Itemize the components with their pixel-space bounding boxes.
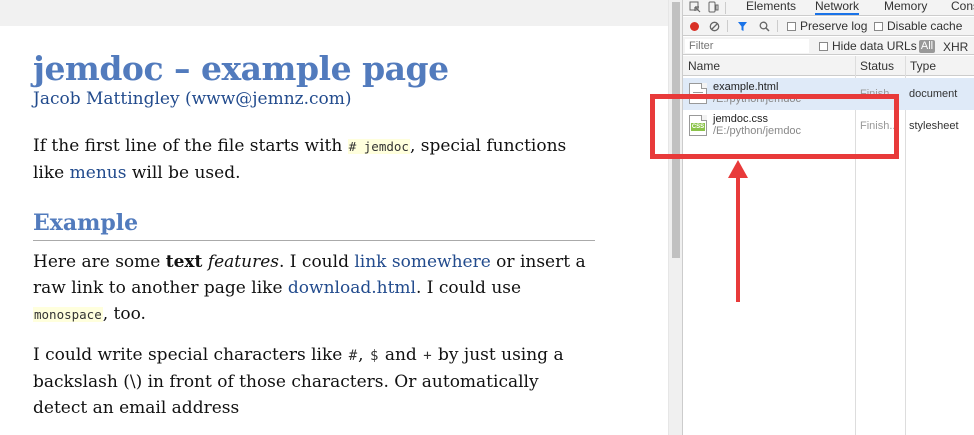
email-open-paren: ( [184,89,192,109]
para1-text-5: raw link to another page like [33,278,288,298]
search-icon[interactable] [759,21,770,32]
para2-text-1b: by just using a [432,345,564,365]
italic-text: features [207,252,279,272]
request-type: stylesheet [909,120,959,132]
email-link[interactable]: www@jemnz.com [192,89,345,109]
toolbar-divider [727,20,728,32]
page-top-strip [0,0,668,26]
para2-text-3: detect an email address [33,398,240,418]
devtools-tab-bar: Elements Network Memory Cons [683,0,974,16]
intro-text-3: like [33,163,70,183]
link-somewhere[interactable]: link somewhere [354,252,490,272]
intro-text-2: , special functions [409,136,567,156]
intro-text-4: will be used. [126,163,241,183]
jemdoc-code: # jemdoc [347,139,410,154]
disable-cache-label: Disable cache [887,19,963,33]
intro-text-1: If the first line of the file starts wit… [33,136,348,156]
filter-bar: Hide data URLs All XHR [683,37,974,55]
para2-text-2: backslash (\) in front of those characte… [33,372,539,392]
preserve-log-checkbox[interactable] [787,22,796,31]
dollar-char: $ [369,348,379,364]
para1-text-4: or insert a [490,252,586,272]
tab-console[interactable]: Cons [951,0,974,15]
intro-paragraph: If the first line of the file starts wit… [33,133,595,186]
disable-cache-checkbox[interactable] [874,22,883,31]
device-toolbar-icon[interactable] [707,1,719,13]
preserve-log-toggle[interactable]: Preserve log [787,19,867,33]
clear-icon[interactable] [709,21,720,32]
column-status[interactable]: Status [857,56,894,75]
annotation-highlight-box [650,94,899,159]
request-type: document [909,88,958,100]
devtools-panel: Elements Network Memory Cons Preserve lo… [682,0,974,435]
filter-xhr-button[interactable]: XHR [943,40,968,54]
tab-memory[interactable]: Memory [884,0,927,15]
para2-sep-2: and [379,345,423,365]
webpage-viewport: jemdoc – example page Jacob Mattingley (… [0,0,668,435]
hide-data-urls-toggle[interactable]: Hide data URLs [819,39,917,53]
hide-data-urls-label: Hide data URLs [832,39,917,53]
toolbar-divider-2 [777,20,778,32]
plus-char: + [423,348,432,364]
disable-cache-toggle[interactable]: Disable cache [874,19,962,33]
request-table-header: Name Status Type [683,56,974,76]
inspect-element-icon[interactable] [689,1,701,13]
page-content: jemdoc – example page Jacob Mattingley (… [33,50,595,421]
para1-text-6: . I could use [415,278,522,298]
network-toolbar: Preserve log Disable cache [683,17,974,36]
para2-text-1: I could write special characters like [33,345,348,365]
record-icon[interactable] [689,21,700,32]
author-link[interactable]: Jacob Mattingley [33,89,180,109]
column-type[interactable]: Type [907,56,936,75]
special-chars-paragraph: I could write special characters like #,… [33,342,595,421]
column-name[interactable]: Name [685,56,720,75]
request-name: example.html [713,81,779,93]
annotation-arrow-shaft [736,172,740,302]
preserve-log-label: Preserve log [800,19,868,33]
para1-text-1: Here are some [33,252,166,272]
filter-input[interactable] [685,39,809,53]
byline: Jacob Mattingley (www@jemnz.com) [33,88,595,110]
download-link[interactable]: download.html [288,278,416,298]
page-title: jemdoc – example page [33,49,449,88]
hide-data-urls-checkbox[interactable] [819,42,828,51]
tab-divider [725,2,726,14]
email-close-paren: ) [344,89,352,109]
filter-icon[interactable] [737,21,748,32]
page-scrollbar[interactable] [668,0,682,435]
hash-char: # [348,348,358,364]
menus-link[interactable]: menus [70,163,127,183]
para2-sep-1: , [358,345,369,365]
bold-text: text [165,252,203,272]
tab-network[interactable]: Network [815,0,860,15]
para1-text-7: , too. [102,304,146,324]
features-paragraph: Here are some text features. I could lin… [33,249,595,328]
para1-text-3: . I could [279,252,355,272]
section-heading-example: Example [33,208,595,241]
monospace-code: monospace [33,307,103,322]
tab-elements[interactable]: Elements [746,0,796,15]
filter-all-button[interactable]: All [919,40,935,53]
